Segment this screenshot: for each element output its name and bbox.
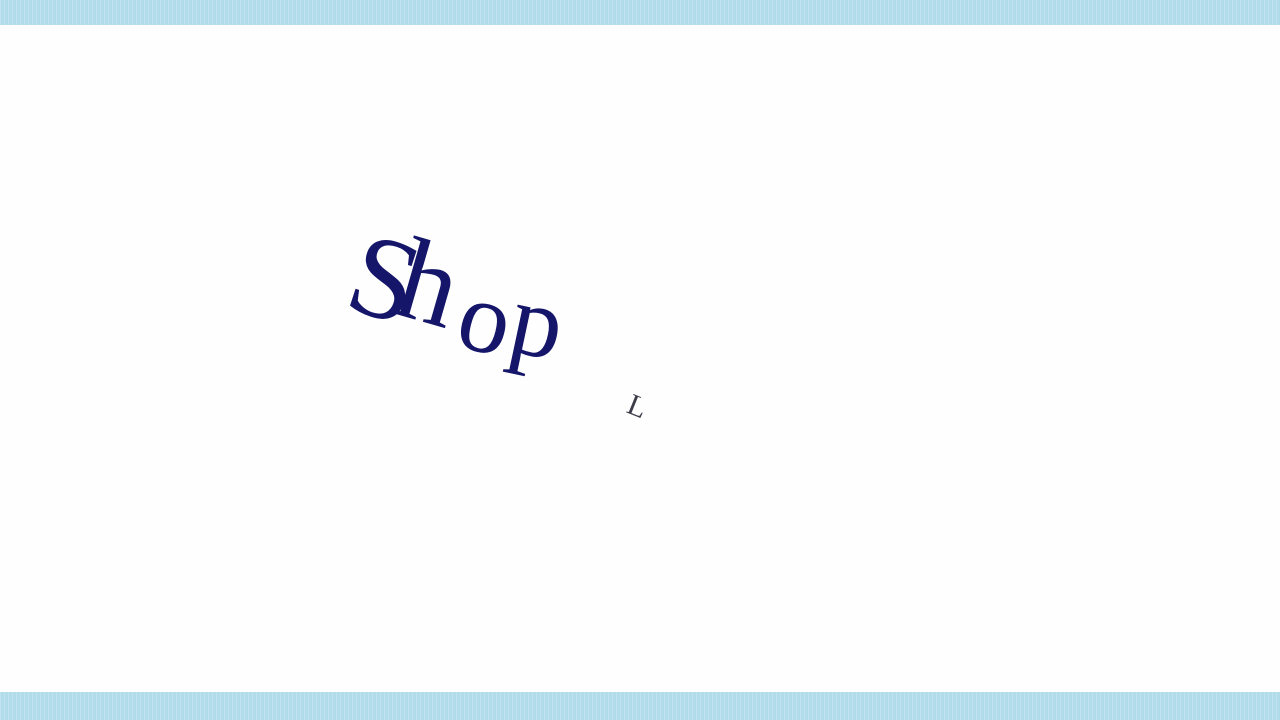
incoming-letter: L bbox=[622, 387, 653, 426]
top-banner-strip bbox=[0, 0, 1280, 25]
animation-frame: S h o p L bbox=[0, 0, 1280, 720]
bottom-banner-strip bbox=[0, 692, 1280, 720]
